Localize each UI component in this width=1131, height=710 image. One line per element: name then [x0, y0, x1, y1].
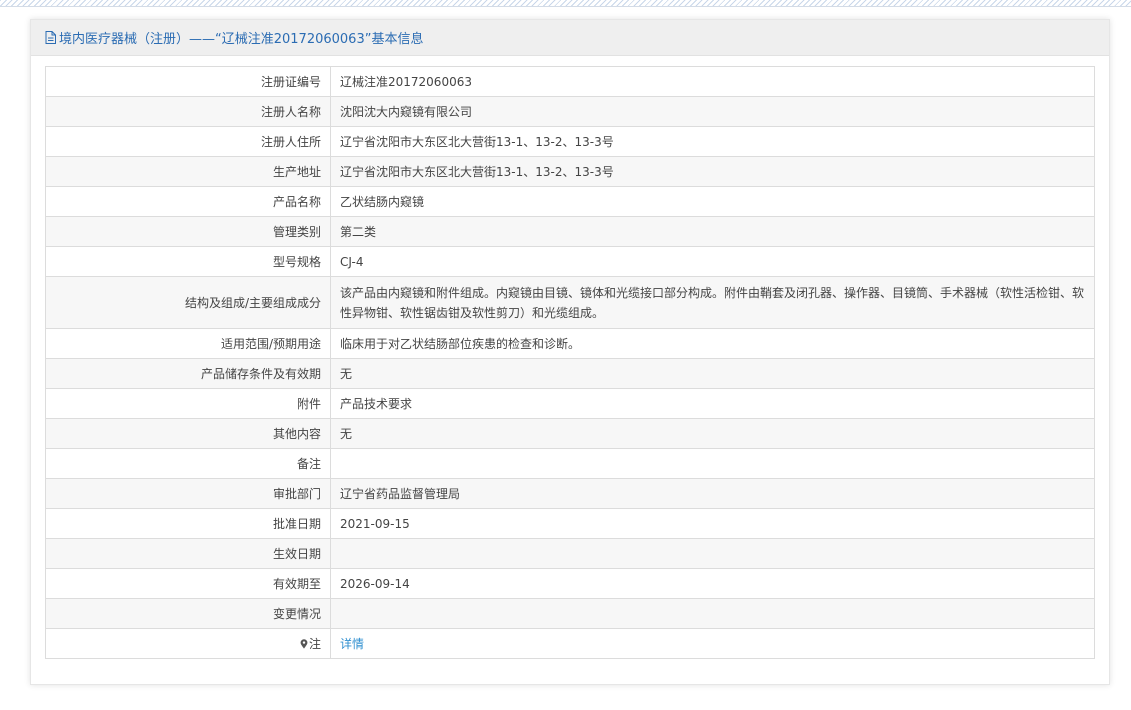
table-row: 注册人名称 沈阳沈大内窥镜有限公司 — [45, 96, 1095, 127]
field-label: 审批部门 — [45, 478, 331, 509]
table-row: 备注 — [45, 448, 1095, 479]
field-label: 结构及组成/主要组成成分 — [45, 276, 331, 329]
field-label: 产品名称 — [45, 186, 331, 217]
field-label: 其他内容 — [45, 418, 331, 449]
table-row: 注册证编号 辽械注准20172060063 — [45, 66, 1095, 97]
map-pin-icon — [300, 635, 308, 649]
field-value: 乙状结肠内窥镜 — [330, 186, 1095, 217]
panel-header: 境内医疗器械（注册）——“辽械注准20172060063”基本信息 — [31, 20, 1109, 56]
field-label: 适用范围/预期用途 — [45, 328, 331, 359]
table-row: 生效日期 — [45, 538, 1095, 569]
field-value: 沈阳沈大内窥镜有限公司 — [330, 96, 1095, 127]
table-row-note: 注 详情 — [45, 628, 1095, 659]
table-row: 有效期至 2026-09-14 — [45, 568, 1095, 599]
field-label: 管理类别 — [45, 216, 331, 247]
field-label: 生产地址 — [45, 156, 331, 187]
table-row: 适用范围/预期用途 临床用于对乙状结肠部位疾患的检查和诊断。 — [45, 328, 1095, 359]
table-row: 注册人住所 辽宁省沈阳市大东区北大营街13-1、13-2、13-3号 — [45, 126, 1095, 157]
field-label: 批准日期 — [45, 508, 331, 539]
table-row: 产品名称 乙状结肠内窥镜 — [45, 186, 1095, 217]
field-value: 无 — [330, 418, 1095, 449]
field-value: 辽宁省沈阳市大东区北大营街13-1、13-2、13-3号 — [330, 156, 1095, 187]
field-value: 辽械注准20172060063 — [330, 66, 1095, 97]
field-value — [330, 448, 1095, 479]
field-label: 注册人名称 — [45, 96, 331, 127]
top-decorative-stripe — [0, 0, 1131, 7]
table-row: 附件 产品技术要求 — [45, 388, 1095, 419]
field-value: 临床用于对乙状结肠部位疾患的检查和诊断。 — [330, 328, 1095, 359]
field-label: 变更情况 — [45, 598, 331, 629]
field-label: 型号规格 — [45, 246, 331, 277]
field-label: 备注 — [45, 448, 331, 479]
field-value: 无 — [330, 358, 1095, 389]
document-icon — [45, 31, 56, 44]
page-title: 境内医疗器械（注册）——“辽械注准20172060063”基本信息 — [59, 32, 424, 47]
info-panel: 境内医疗器械（注册）——“辽械注准20172060063”基本信息 注册证编号辽… — [30, 19, 1110, 685]
field-value — [330, 598, 1095, 629]
field-value: 辽宁省沈阳市大东区北大营街13-1、13-2、13-3号 — [330, 126, 1095, 157]
field-value: 第二类 — [330, 216, 1095, 247]
field-value: 产品技术要求 — [330, 388, 1095, 419]
field-value: 2021-09-15 — [330, 508, 1095, 539]
table-row: 结构及组成/主要组成成分 该产品由内窥镜和附件组成。内窥镜由目镜、镜体和光缆接口部… — [45, 276, 1095, 329]
field-label: 附件 — [45, 388, 331, 419]
table-row: 型号规格 CJ-4 — [45, 246, 1095, 277]
note-value-cell: 详情 — [330, 628, 1095, 659]
field-value: 辽宁省药品监督管理局 — [330, 478, 1095, 509]
table-row: 其他内容无 — [45, 418, 1095, 449]
detail-link[interactable]: 详情 — [340, 637, 364, 651]
field-label: 有效期至 — [45, 568, 331, 599]
note-label: 注 — [308, 636, 321, 651]
info-table: 注册证编号 辽械注准20172060063 注册人名称 沈阳沈大内窥镜有限公司 注册人住… — [45, 66, 1095, 659]
field-label: 生效日期 — [45, 538, 331, 569]
field-value: 2026-09-14 — [330, 568, 1095, 599]
note-label-cell: 注 — [45, 628, 331, 659]
field-label: 注册证编号 — [45, 66, 331, 97]
table-row: 生产地址 辽宁省沈阳市大东区北大营街13-1、13-2、13-3号 — [45, 156, 1095, 187]
field-value: CJ-4 — [330, 246, 1095, 277]
table-row: 管理类别 第二类 — [45, 216, 1095, 247]
table-row: 审批部门 辽宁省药品监督管理局 — [45, 478, 1095, 509]
field-label: 注册人住所 — [45, 126, 331, 157]
table-row: 产品储存条件及有效期无 — [45, 358, 1095, 389]
field-value — [330, 538, 1095, 569]
field-label: 产品储存条件及有效期 — [45, 358, 331, 389]
table-row: 批准日期 2021-09-15 — [45, 508, 1095, 539]
table-row: 变更情况 — [45, 598, 1095, 629]
field-value: 该产品由内窥镜和附件组成。内窥镜由目镜、镜体和光缆接口部分构成。附件由鞘套及闭孔… — [330, 276, 1095, 329]
